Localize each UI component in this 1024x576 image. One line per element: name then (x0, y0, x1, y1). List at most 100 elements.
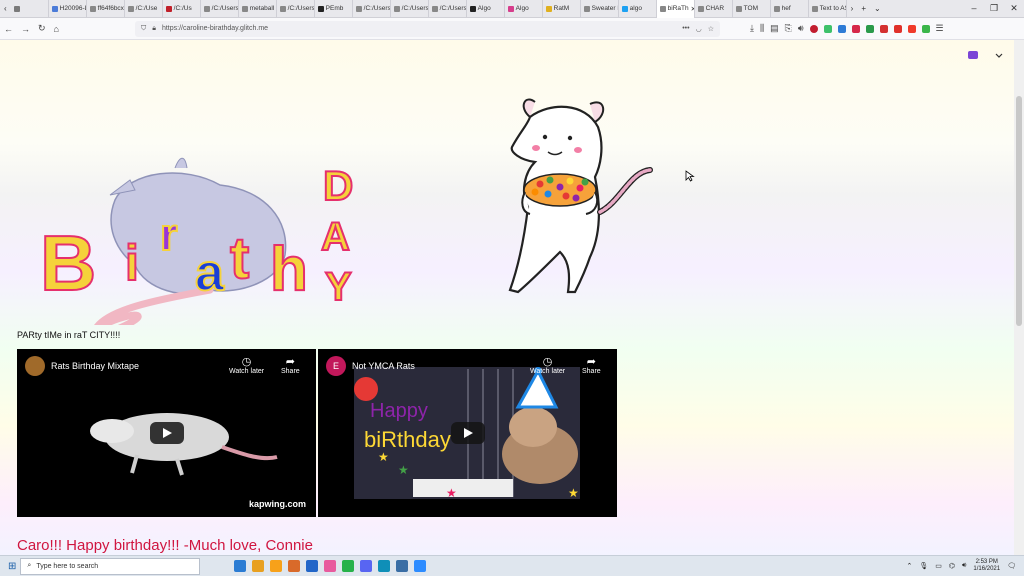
play-button[interactable] (451, 422, 485, 444)
site-toolbar-widget[interactable] (965, 50, 1014, 62)
browser-tab[interactable]: H20096-L (49, 0, 87, 18)
video-embed-rats-birthday-mixtape[interactable]: Rats Birthday Mixtape ◷ Watch later ➦ Sh… (17, 349, 316, 517)
extension-icon[interactable] (851, 24, 860, 33)
restore-icon[interactable]: ❐ (984, 3, 1004, 14)
extension-icon[interactable] (809, 24, 818, 33)
download-icon[interactable]: ⤓ (750, 23, 754, 34)
new-tab-button[interactable]: + (857, 4, 870, 13)
volume-icon[interactable]: 🔊︎ (962, 562, 966, 570)
play-button[interactable] (150, 422, 184, 444)
browser-tab-active[interactable]: biRaTh✕ (656, 0, 695, 18)
browser-tab[interactable]: metaball (239, 0, 277, 18)
page-actions-icon[interactable]: ••• (682, 25, 689, 33)
windows-start-icon[interactable]: ⊞ (8, 561, 16, 572)
browser-tab[interactable]: /C:/Us (163, 0, 201, 18)
extension-icon[interactable] (921, 24, 930, 33)
browser-tab[interactable]: hef (771, 0, 809, 18)
chevron-up-icon[interactable]: ⌃ (906, 562, 912, 570)
taskbar-app-icon[interactable] (324, 560, 337, 572)
browser-tab[interactable]: Algo (505, 0, 543, 18)
url-text[interactable]: https://caroline-birathday.glitch.me (162, 25, 268, 32)
browser-tab[interactable]: RatM (543, 0, 581, 18)
browser-tab[interactable] (11, 0, 49, 18)
share-button[interactable]: ➦ Share (281, 355, 300, 375)
taskbar-app-icon[interactable] (306, 560, 319, 572)
tab-label: ff64f6bcx (97, 5, 124, 12)
extension-icon[interactable] (879, 24, 888, 33)
browser-tab[interactable]: ff64f6bcx (87, 0, 125, 18)
taskbar-app-icon[interactable] (234, 560, 247, 572)
browser-tab[interactable]: /C:/Users (391, 0, 429, 18)
extension-icon[interactable] (865, 24, 874, 33)
scrollbar-thumb[interactable] (1016, 96, 1022, 326)
browser-tab[interactable]: /C:/Users (277, 0, 315, 18)
title-letter-i: i (125, 235, 139, 291)
extension-icon[interactable] (823, 24, 832, 33)
taskbar-app-icon[interactable] (360, 560, 373, 572)
sidebar-icon[interactable]: ▤ (770, 23, 779, 34)
browser-tab[interactable]: /C:/Users (353, 0, 391, 18)
taskbar-app-icon[interactable] (342, 560, 355, 572)
video-title[interactable]: Not YMCA Rats (352, 361, 415, 371)
tagline-text: PARty tIMe in raT CITY!!!! (17, 330, 121, 340)
bookmark-star-icon[interactable]: ☆ (708, 25, 714, 33)
watch-later-button[interactable]: ◷ Watch later (229, 355, 264, 375)
browser-tab[interactable]: /C:/Use (125, 0, 163, 18)
tab-favicon-icon (621, 5, 628, 12)
taskbar-app-icon[interactable] (270, 560, 283, 572)
rat-cheek (532, 145, 540, 151)
reload-icon[interactable]: ↻ (38, 23, 46, 34)
mouse-cursor-icon (685, 170, 695, 182)
address-bar[interactable]: ⛉ 🔒︎ https://caroline-birathday.glitch.m… (134, 20, 720, 37)
video-title[interactable]: Rats Birthday Mixtape (51, 361, 139, 371)
extension-icon[interactable] (907, 24, 916, 33)
lock-icon[interactable]: 🔒︎ (152, 25, 156, 33)
taskbar-app-icon[interactable] (252, 560, 265, 572)
browser-tab[interactable]: CHAR (695, 0, 733, 18)
chevron-down-icon[interactable]: ⌄ (870, 4, 885, 13)
taskbar-search-box[interactable]: ⌕ Type here to search (20, 557, 201, 575)
taskbar-app-icon[interactable] (378, 560, 391, 572)
page-scrollbar[interactable] (1014, 40, 1024, 555)
tab-scroll-right-icon[interactable]: › (847, 4, 858, 13)
home-icon[interactable]: ⌂ (54, 24, 59, 34)
browser-tab[interactable]: /C:/Users (201, 0, 239, 18)
back-icon[interactable]: ← (4, 24, 13, 34)
birthday-message: Caro!!! Happy birthday!!! -Much love, Co… (17, 537, 313, 554)
battery-icon[interactable]: ▭ (935, 562, 942, 570)
shield-icon[interactable]: ⛉ (141, 25, 146, 33)
taskbar-app-icon[interactable] (288, 560, 301, 572)
extension-icon[interactable] (837, 24, 846, 33)
notifications-icon[interactable]: 🗨︎ (1007, 562, 1016, 570)
channel-avatar[interactable] (25, 356, 45, 376)
share-button[interactable]: ➦ Share (582, 355, 601, 375)
svg-text:★: ★ (446, 486, 457, 500)
taskbar-clock[interactable]: 2:53 PM 1/16/2021 (973, 559, 1000, 573)
screenshot-icon[interactable]: ⎘ (785, 23, 792, 34)
library-icon[interactable]: ⫼ (760, 23, 764, 34)
browser-tab[interactable]: Text to AS (809, 0, 847, 18)
close-window-icon[interactable]: ✕ (1004, 3, 1024, 14)
audio-icon[interactable]: 🔊︎ (798, 23, 804, 34)
browser-tab[interactable]: Algo (467, 0, 505, 18)
taskbar-app-icon[interactable] (396, 560, 409, 572)
network-icon[interactable]: ⌬ (949, 562, 955, 570)
browser-tab[interactable]: algo (619, 0, 657, 18)
microphone-icon[interactable]: 🎙︎ (919, 562, 928, 570)
taskbar-app-icon[interactable] (414, 560, 427, 572)
browser-tab[interactable]: /C:/Users (429, 0, 467, 18)
tab-label: RatM (553, 5, 570, 12)
channel-avatar[interactable]: E (326, 356, 346, 376)
pocket-icon[interactable]: ◡ (696, 25, 702, 33)
tab-label: /C:/Users (401, 5, 429, 12)
browser-tab[interactable]: Sweater R (581, 0, 619, 18)
minimize-icon[interactable]: – (964, 3, 984, 14)
tab-scroll-left-icon[interactable]: ‹ (0, 4, 11, 13)
browser-tab[interactable]: TOM (733, 0, 771, 18)
forward-icon[interactable]: → (21, 24, 30, 34)
watch-later-button[interactable]: ◷ Watch later (530, 355, 565, 375)
menu-icon[interactable]: ☰ (936, 23, 944, 34)
video-embed-not-ymca-rats[interactable]: Happy biRthday ★ ★ ★ ★ E Not YMCA Rats ◷… (318, 349, 617, 517)
browser-tab[interactable]: PEmb (315, 0, 353, 18)
extension-icon[interactable] (893, 24, 902, 33)
